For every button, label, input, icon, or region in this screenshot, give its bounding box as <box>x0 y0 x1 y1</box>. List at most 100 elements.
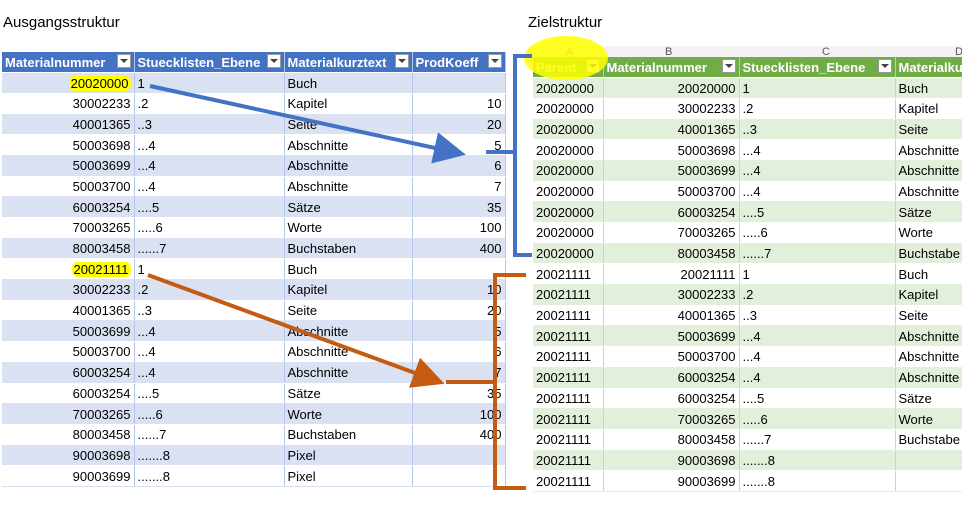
table-cell[interactable]: ...4 <box>134 362 285 384</box>
table-cell[interactable]: 5 <box>412 320 506 343</box>
table-cell[interactable]: Buch <box>284 258 413 281</box>
table-cell[interactable] <box>895 450 962 472</box>
table-cell[interactable]: 20020000 <box>2 72 135 94</box>
table-cell[interactable]: Buch <box>284 72 413 94</box>
table-cell[interactable]: Seite <box>895 119 962 141</box>
table-cell[interactable]: 400 <box>412 424 506 446</box>
table-cell[interactable]: 35 <box>412 383 506 405</box>
table-cell[interactable]: 30002233 <box>2 279 135 301</box>
table-cell[interactable]: 90003699 <box>603 470 740 492</box>
table-cell[interactable]: Sätze <box>284 196 413 218</box>
filter-dropdown-icon[interactable] <box>585 59 600 74</box>
table-cell[interactable]: ...4 <box>134 176 285 198</box>
table-cell[interactable]: 20020000 <box>533 222 604 244</box>
table-cell[interactable]: ..3 <box>134 114 285 136</box>
table-cell[interactable]: 40001365 <box>2 300 135 322</box>
table-cell[interactable]: ...4 <box>739 346 896 368</box>
table-cell[interactable]: 20020000 <box>533 181 604 203</box>
table-cell[interactable]: .....6 <box>739 408 896 430</box>
table-cell[interactable]: 30002233 <box>2 93 135 115</box>
right-header-1[interactable]: Materialnummer <box>603 57 740 79</box>
left-header-2[interactable]: Materialkurztext <box>284 52 413 74</box>
table-cell[interactable]: 50003700 <box>2 341 135 363</box>
table-cell[interactable]: 50003700 <box>603 181 740 203</box>
table-cell[interactable]: Abschnitte <box>284 176 413 198</box>
table-cell[interactable]: 400 <box>412 238 506 260</box>
table-cell[interactable]: 50003699 <box>603 160 740 182</box>
table-cell[interactable]: ...4 <box>739 325 896 348</box>
table-cell[interactable]: 80003458 <box>2 424 135 446</box>
table-cell[interactable]: ...4 <box>739 139 896 161</box>
table-cell[interactable]: Kapitel <box>284 93 413 115</box>
table-cell[interactable]: 60003254 <box>2 362 135 384</box>
table-cell[interactable]: .......8 <box>739 470 896 492</box>
table-cell[interactable]: .2 <box>739 284 896 306</box>
filter-dropdown-icon[interactable] <box>116 54 131 69</box>
table-cell[interactable]: 50003699 <box>2 155 135 177</box>
table-cell[interactable]: 20021111 <box>533 263 604 286</box>
left-header-0[interactable]: Materialnummer <box>2 52 135 74</box>
table-cell[interactable]: 7 <box>412 176 506 198</box>
table-cell[interactable]: 70003265 <box>2 403 135 425</box>
table-cell[interactable]: Abschnitte <box>895 367 962 389</box>
table-cell[interactable]: ......7 <box>739 243 896 265</box>
table-cell[interactable]: Abschnitte <box>895 325 962 348</box>
table-cell[interactable]: .....6 <box>134 217 285 239</box>
table-cell[interactable]: 5 <box>412 134 506 156</box>
table-cell[interactable]: Kapitel <box>284 279 413 301</box>
table-cell[interactable]: 20 <box>412 300 506 322</box>
table-cell[interactable]: 20021111 <box>533 346 604 368</box>
table-cell[interactable]: 20020000 <box>533 243 604 265</box>
table-cell[interactable]: 30002233 <box>603 284 740 306</box>
table-cell[interactable]: 70003265 <box>603 222 740 244</box>
table-cell[interactable]: 20021111 <box>533 284 604 306</box>
table-cell[interactable]: Worte <box>895 222 962 244</box>
right-header-2[interactable]: Stuecklisten_Ebene <box>739 57 896 79</box>
table-cell[interactable]: 20021111 <box>2 258 135 281</box>
table-cell[interactable]: Buch <box>895 77 962 99</box>
table-cell[interactable]: 1 <box>739 263 896 286</box>
table-cell[interactable]: 40001365 <box>603 305 740 327</box>
table-cell[interactable]: .2 <box>134 93 285 115</box>
table-cell[interactable]: ......7 <box>739 429 896 451</box>
table-cell[interactable]: 20021111 <box>533 305 604 327</box>
table-cell[interactable]: Sätze <box>895 201 962 223</box>
table-cell[interactable]: Abschnitte <box>284 320 413 343</box>
table-cell[interactable]: 90003699 <box>2 465 135 487</box>
table-cell[interactable]: .2 <box>739 98 896 120</box>
table-cell[interactable]: 20 <box>412 114 506 136</box>
filter-dropdown-icon[interactable] <box>266 54 281 69</box>
table-cell[interactable]: 60003254 <box>603 388 740 410</box>
table-cell[interactable] <box>895 470 962 492</box>
table-cell[interactable]: 1 <box>134 72 285 94</box>
table-cell[interactable]: Abschnitte <box>284 155 413 177</box>
table-cell[interactable]: Abschnitte <box>284 341 413 363</box>
filter-dropdown-icon[interactable] <box>877 59 892 74</box>
table-cell[interactable]: ...4 <box>134 320 285 343</box>
table-cell[interactable]: 20020000 <box>533 119 604 141</box>
table-cell[interactable]: 50003699 <box>603 325 740 348</box>
table-cell[interactable]: 80003458 <box>2 238 135 260</box>
table-cell[interactable]: 20021111 <box>533 429 604 451</box>
table-cell[interactable]: 40001365 <box>2 114 135 136</box>
table-cell[interactable]: Kapitel <box>895 98 962 120</box>
table-cell[interactable]: 50003698 <box>603 139 740 161</box>
table-cell[interactable]: 10 <box>412 93 506 115</box>
table-cell[interactable]: Worte <box>284 217 413 239</box>
table-cell[interactable]: Kapitel <box>895 284 962 306</box>
table-cell[interactable]: ....5 <box>739 201 896 223</box>
table-cell[interactable]: .......8 <box>739 450 896 472</box>
table-cell[interactable]: 100 <box>412 403 506 425</box>
table-cell[interactable]: .......8 <box>134 465 285 487</box>
table-cell[interactable]: 7 <box>412 362 506 384</box>
table-cell[interactable]: Worte <box>895 408 962 430</box>
table-cell[interactable]: ....5 <box>134 383 285 405</box>
filter-dropdown-icon[interactable] <box>487 54 502 69</box>
table-cell[interactable]: .....6 <box>134 403 285 425</box>
table-cell[interactable]: 1 <box>134 258 285 281</box>
table-cell[interactable]: ...4 <box>134 341 285 363</box>
table-cell[interactable]: Abschnitte <box>895 181 962 203</box>
table-cell[interactable]: Seite <box>284 300 413 322</box>
table-cell[interactable]: ..3 <box>739 305 896 327</box>
table-cell[interactable]: 20020000 <box>533 160 604 182</box>
